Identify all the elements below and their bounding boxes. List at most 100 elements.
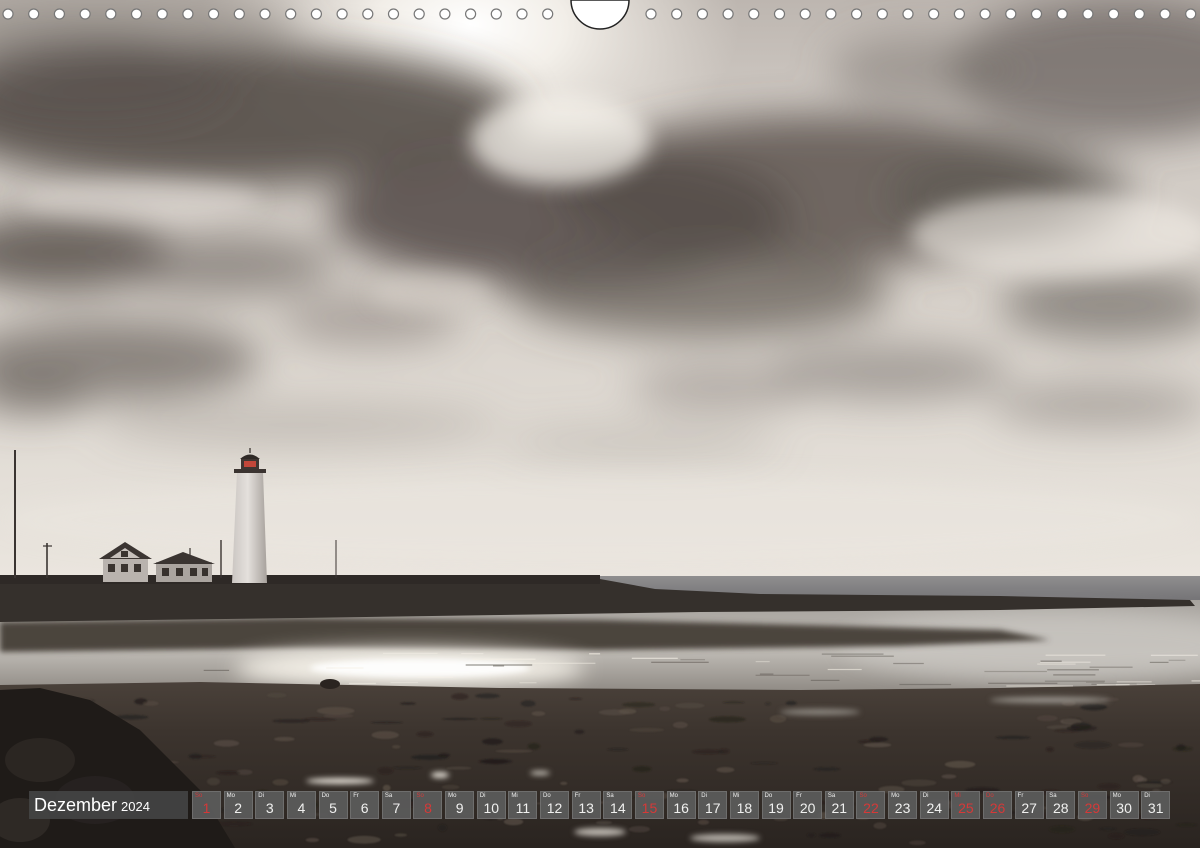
foreground-texture — [560, 781, 568, 786]
binding-hole — [1159, 8, 1171, 20]
foreground-texture — [316, 707, 355, 715]
foreground-texture — [394, 833, 407, 837]
binding-hole — [259, 8, 271, 20]
puddle — [690, 834, 760, 842]
shimmer-line — [1045, 654, 1106, 656]
foreground-texture — [495, 749, 533, 753]
shimmer-line — [1037, 663, 1076, 665]
binding-hole — [208, 8, 220, 20]
day-cell: Di 3 — [255, 791, 285, 819]
day-cell: Do 19 — [761, 791, 791, 819]
foreground-texture — [909, 840, 926, 846]
binding-hole — [516, 8, 528, 20]
weekday-label: Fr — [574, 793, 581, 799]
day-number: 24 — [926, 800, 943, 816]
foreground-texture — [480, 758, 513, 765]
day-number: 2 — [234, 800, 243, 816]
day-cell: So 22 — [856, 791, 886, 819]
weekday-label: Sa — [827, 793, 836, 799]
binding-hole — [387, 8, 400, 20]
shimmer-line — [1053, 674, 1096, 676]
cloud — [500, 427, 780, 457]
foreground-texture — [347, 835, 381, 844]
binding-hole — [439, 8, 451, 20]
foreground-texture — [482, 738, 503, 745]
foreground-texture — [708, 716, 747, 723]
shimmer-line — [821, 653, 884, 655]
shimmer-line — [984, 670, 1047, 673]
day-number: 9 — [455, 800, 464, 816]
foreground-texture — [632, 766, 652, 772]
shimmer-line — [417, 676, 454, 678]
foreground-texture — [451, 693, 469, 700]
day-number: 7 — [392, 800, 401, 816]
cloud — [115, 235, 335, 295]
day-cell: Fr 20 — [793, 791, 823, 819]
weekday-label: Do — [764, 793, 773, 799]
foreground-texture — [1049, 825, 1075, 833]
shimmer-line — [755, 661, 770, 663]
day-cell: Fr 6 — [350, 791, 380, 819]
foreground-texture — [503, 818, 524, 826]
foreground-texture — [416, 731, 434, 737]
lighthouse-tower — [232, 472, 267, 583]
weekday-label: Mi — [732, 793, 740, 799]
weekday-label: Mi — [954, 793, 961, 799]
binding-hole — [130, 8, 143, 20]
day-cell: So 8 — [413, 791, 443, 819]
day-strip: So 1 Mo 2 Di 3 Mi 4 Do 5 Fr 6 Sa 7 So 8 Mo 9 Di 10 Mi 11 Do 12 F… — [192, 791, 1171, 819]
binding-hole — [850, 8, 863, 20]
foreground-texture — [216, 770, 241, 775]
shimmer-line — [589, 653, 601, 655]
binding-hole — [928, 8, 940, 20]
foreground-texture — [1036, 715, 1058, 722]
binding-hole — [696, 8, 709, 20]
house-window — [121, 551, 128, 557]
day-number: 16 — [673, 800, 689, 816]
foreground-texture — [995, 735, 1031, 740]
weekday-label: Fr — [796, 793, 802, 799]
shimmer-line — [1149, 661, 1169, 663]
foreground-texture — [1074, 741, 1112, 749]
foreground-texture — [692, 749, 724, 755]
ground — [0, 575, 600, 584]
binding-hole — [1030, 8, 1043, 20]
binding-hole — [542, 8, 554, 20]
foreground-texture — [722, 701, 745, 704]
day-number: 6 — [360, 800, 369, 816]
day-number: 13 — [578, 800, 594, 816]
foreground-texture — [659, 706, 671, 712]
foreground-texture — [188, 753, 202, 760]
binding-hole — [28, 8, 40, 20]
foreground-texture — [371, 731, 399, 739]
day-cell: So 29 — [1077, 791, 1107, 819]
day-cell: So 1 — [192, 791, 221, 819]
rock — [5, 738, 75, 782]
day-number: 11 — [515, 800, 531, 816]
foreground-texture — [697, 819, 710, 825]
binding-hole — [53, 8, 66, 20]
weekday-label: Di — [922, 793, 929, 799]
shimmer-line — [1044, 680, 1105, 682]
binding-hole — [233, 8, 245, 20]
foreground-texture — [520, 700, 536, 707]
foreground-texture — [769, 715, 787, 723]
foreground-texture — [441, 784, 460, 790]
house-window — [190, 568, 197, 576]
shimmer-line — [1168, 659, 1186, 661]
binding-hole — [645, 8, 657, 20]
day-number: 19 — [768, 800, 784, 816]
day-number: 3 — [265, 800, 274, 816]
shimmer-line — [1089, 666, 1133, 668]
foreground-texture — [676, 778, 689, 783]
weekday-label: Mo — [448, 793, 457, 799]
binding-hole — [490, 8, 502, 20]
binding-hole — [362, 8, 374, 20]
puddle — [431, 772, 449, 778]
foreground-texture — [595, 820, 613, 825]
day-cell: Mi 18 — [729, 791, 759, 819]
day-cell: Di 17 — [698, 791, 728, 819]
puddle — [990, 697, 1110, 703]
puddle — [530, 771, 550, 775]
foreground-texture — [441, 717, 478, 721]
